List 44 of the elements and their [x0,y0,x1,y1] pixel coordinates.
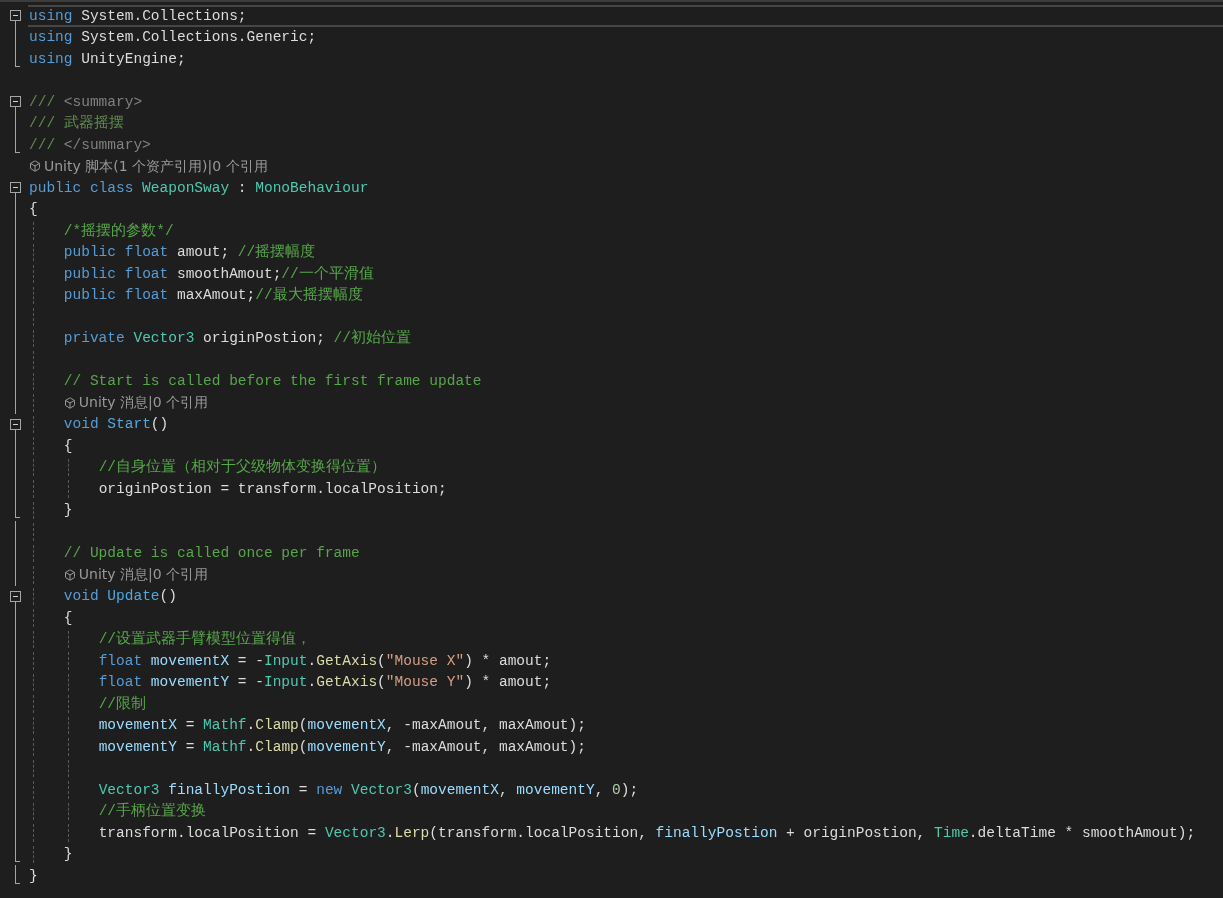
code-line: using System.Collections; [29,6,247,26]
code-line: public float amout; //摇摆幅度 [63,242,316,263]
code-line: using System.Collections.Generic; [29,28,317,48]
cube-icon [63,568,76,581]
code-line: //设置武器手臂模型位置得值， [98,629,312,650]
code-line: transform.localPosition = Vector3.Lerp(transform.localPosition, finallyPostion + originPostion, Time.deltaTime * smoothAmout); [98,823,1196,843]
code-lens[interactable]: Unity 脚本(1 个资产引用)|0 个引用 [44,155,268,177]
code-line: /// <summary> [29,92,143,112]
code-line: void Start() [63,415,169,435]
code-line: /*摇摆的参数*/ [63,221,174,241]
code-line: { [63,436,73,456]
code-line: originPostion = transform.localPosition; [98,479,447,499]
code-line: movementY = Mathf.Clamp(movementY, -maxAmout, maxAmout); [98,737,586,757]
code-line: // Update is called once per frame [63,544,360,564]
collapse-icon[interactable] [10,590,21,602]
code-line: float movementY = -Input.GetAxis("Mouse Y") * amout; [98,673,552,693]
code-line: float movementX = -Input.GetAxis("Mouse X") * amout; [98,651,552,671]
code-line: public float maxAmout;//最大摇摆幅度 [63,285,363,306]
code-line: //手柄位置变换 [98,801,207,822]
code-line: //限制 [98,694,147,714]
code-line: } [29,866,38,886]
code-line: Vector3 finallyPostion = new Vector3(movementX, movementY, 0); [98,780,639,800]
code-line: { [29,200,38,220]
code-line: void Update() [63,587,177,607]
collapse-icon[interactable] [10,96,21,107]
code-line: /// 武器摇摆 [29,113,124,134]
code-line: { [63,608,73,628]
code-line: private Vector3 originPostion; //初始位置 [63,328,411,349]
code-line: //自身位置（相对于父级物体变换得位置） [98,457,387,478]
code-line: // Start is called before the first frame update [63,372,482,392]
code-line: public float smoothAmout;//一个平滑值 [63,264,374,284]
code-line: } [63,501,73,521]
code-line: movementX = Mathf.Clamp(movementX, -maxAmout, maxAmout); [98,716,586,736]
collapse-icon[interactable] [10,182,21,193]
collapse-icon[interactable] [10,10,21,21]
code-line: using UnityEngine; [29,49,186,69]
code-line: public class WeaponSway : MonoBehaviour [29,178,369,198]
code-lens[interactable]: Unity 消息|0 个引用 [78,392,209,414]
collapse-icon[interactable] [10,418,21,430]
cube-icon [63,396,76,409]
code-line: } [63,845,73,865]
cube-icon [29,160,41,173]
code-line: /// </summary> [29,135,151,155]
code-lens[interactable]: Unity 消息|0 个引用 [78,564,209,586]
